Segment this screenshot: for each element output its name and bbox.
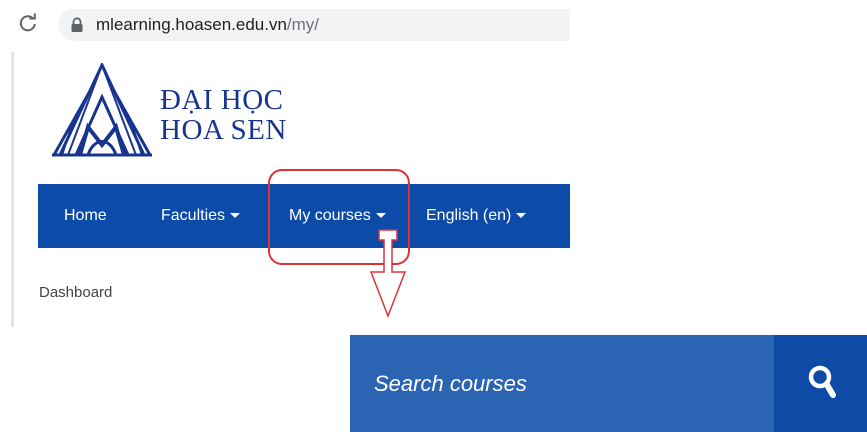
browser-address-bar: mlearning.hoasen.edu.vn/my/ xyxy=(0,0,572,50)
search-courses-bar xyxy=(350,335,867,432)
reload-icon[interactable] xyxy=(18,13,38,33)
screenshot-stage: mlearning.hoasen.edu.vn/my/ ĐẠI HỌC HOA … xyxy=(0,0,867,432)
logo-wordmark: ĐẠI HỌC HOA SEN xyxy=(160,85,287,145)
university-logo[interactable]: ĐẠI HỌC HOA SEN xyxy=(50,63,310,163)
lock-icon xyxy=(70,17,84,33)
nav-home-label: Home xyxy=(64,207,107,224)
search-courses-input[interactable] xyxy=(350,335,774,432)
nav-faculties[interactable]: Faculties xyxy=(161,184,241,248)
search-icon xyxy=(808,365,836,398)
url-path: /my/ xyxy=(286,15,320,34)
logo-line-1: ĐẠI HỌC xyxy=(160,84,284,116)
page-left-border xyxy=(11,52,14,327)
nav-language-label: English (en) xyxy=(426,207,512,224)
breadcrumb: Dashboard xyxy=(39,284,112,301)
lotus-logo-icon xyxy=(52,63,152,157)
logo-line-2: HOA SEN xyxy=(160,114,287,146)
url-field[interactable]: mlearning.hoasen.edu.vn/my/ xyxy=(58,9,570,41)
search-button[interactable] xyxy=(774,335,867,432)
nav-home[interactable]: Home xyxy=(64,184,107,248)
caret-down-icon xyxy=(230,213,241,219)
nav-faculties-label: Faculties xyxy=(161,207,226,224)
url-host: mlearning.hoasen.edu.vn xyxy=(96,15,287,34)
caret-down-icon xyxy=(516,213,527,219)
url-text: mlearning.hoasen.edu.vn/my/ xyxy=(96,15,319,35)
breadcrumb-dashboard[interactable]: Dashboard xyxy=(39,284,112,301)
down-arrow-annotation xyxy=(369,229,407,318)
nav-language[interactable]: English (en) xyxy=(426,184,527,248)
